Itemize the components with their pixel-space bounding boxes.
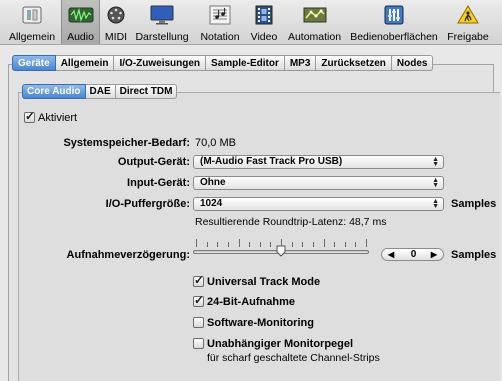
tab-core-audio[interactable]: Core Audio (22, 84, 86, 99)
tab-allgemein[interactable]: Allgemein (55, 55, 115, 71)
slider-tick (228, 242, 229, 247)
control-surface-icon (381, 4, 407, 26)
slider-tick (292, 242, 293, 247)
recording-delay-unit: Samples (451, 249, 497, 261)
toolbar-bedienoberflaechen[interactable]: Bedienoberflächen (348, 0, 440, 44)
toolbar-notation[interactable]: Notation (198, 0, 242, 44)
automation-icon (302, 4, 328, 26)
switch-icon (19, 4, 45, 26)
tab-direct-tdm[interactable]: Direct TDM (115, 84, 178, 99)
slider-tick (366, 239, 367, 247)
slider-tick (207, 242, 208, 247)
input-device-label: Input-Gerät: (127, 177, 190, 189)
increment-arrow-icon[interactable]: ▶ (431, 249, 437, 260)
universal-track-mode-checkbox[interactable] (193, 273, 204, 287)
recording-delay-label: Aufnahmeverzögerung: (66, 249, 190, 261)
monitor-icon (149, 4, 175, 26)
slider-tick (355, 242, 356, 247)
toolbar-allgemein[interactable]: Allgemein (6, 0, 58, 44)
slider-tick (239, 239, 240, 247)
output-device-value: (M-Audio Fast Track Pro USB) (200, 156, 343, 167)
independent-monitor-level-sublabel: für scharf geschaltete Channel-Strips (207, 352, 380, 364)
output-device-label: Output-Gerät: (117, 156, 190, 168)
memory-value: 70,0 MB (195, 137, 236, 149)
24-bit-recording-label: 24-Bit-Aufnahme (207, 296, 296, 308)
input-device-value: Ohne (200, 177, 226, 188)
preferences-toolbar: Allgemein Audio MIDI Darstellung Notatio… (0, 0, 502, 45)
independent-monitor-level-checkbox[interactable] (193, 338, 204, 349)
driver-tab-bar: Core Audio DAE Direct TDM (22, 84, 178, 99)
slider-tick (249, 242, 250, 247)
popup-arrows-icon: ▲ ▼ (432, 156, 439, 168)
output-device-select[interactable]: (M-Audio Fast Track Pro USB) ▲ ▼ (193, 155, 444, 169)
slider-tick (302, 242, 303, 247)
toolbar-darstellung[interactable]: Darstellung (133, 0, 191, 44)
tab-zuruecksetzen[interactable]: Zurücksetzen (316, 55, 392, 71)
latency-text: Resultierende Roundtrip-Latenz: 48,7 ms (195, 216, 387, 228)
recording-delay-slider[interactable] (193, 238, 373, 264)
toolbar-audio[interactable]: Audio (61, 0, 100, 44)
enabled-checkbox[interactable] (24, 109, 35, 123)
buffer-size-value: 1024 (200, 198, 223, 209)
main-tab-bar: Geräte Allgemein I/O-Zuweisungen Sample-… (12, 55, 434, 71)
memory-label: Systemspeicher-Bedarf: (63, 137, 190, 149)
independent-monitor-level-label: Unabhängiger Monitorpegel (207, 338, 354, 350)
tab-mp3[interactable]: MP3 (284, 55, 317, 71)
audio-waveform-icon (68, 4, 94, 26)
tab-nodes[interactable]: Nodes (391, 55, 434, 71)
buffer-size-select[interactable]: 1024 ▲ ▼ (193, 197, 444, 211)
slider-tick (217, 242, 218, 247)
slider-tick (334, 242, 335, 247)
midi-connector-icon (103, 4, 129, 26)
tab-sample-editor[interactable]: Sample-Editor (206, 55, 285, 71)
buffer-size-label: I/O-Puffergröße: (105, 198, 190, 210)
sharing-icon (455, 4, 481, 26)
filmstrip-icon (251, 4, 277, 26)
buffer-unit: Samples (451, 198, 497, 210)
software-monitoring-label: Software-Monitoring (207, 317, 314, 329)
software-monitoring-checkbox[interactable] (193, 317, 204, 328)
slider-tick (270, 242, 271, 247)
slider-tick (260, 242, 261, 247)
tab-dae[interactable]: DAE (85, 84, 116, 99)
toolbar-video[interactable]: Video (248, 0, 280, 44)
popup-arrows-icon: ▲ ▼ (432, 177, 439, 189)
slider-tick (345, 242, 346, 247)
toolbar-freigabe[interactable]: Freigabe (445, 0, 491, 44)
slider-tick (196, 239, 197, 247)
24-bit-recording-checkbox[interactable] (193, 293, 204, 307)
input-device-select[interactable]: Ohne ▲ ▼ (193, 176, 444, 190)
enabled-label: Aktiviert (38, 112, 78, 124)
toolbar-automation[interactable]: Automation (285, 0, 344, 44)
universal-track-mode-label: Universal Track Mode (207, 276, 321, 288)
slider-knob[interactable] (276, 245, 286, 257)
tab-geraete[interactable]: Geräte (12, 55, 56, 71)
slider-tick (313, 242, 314, 247)
popup-arrows-icon: ▲ ▼ (432, 198, 439, 210)
slider-tick (324, 239, 325, 247)
tab-io-zuweisungen[interactable]: I/O-Zuweisungen (114, 55, 207, 71)
notation-icon (207, 4, 233, 26)
recording-delay-stepper[interactable]: ◀ 0 ▶ (381, 248, 444, 261)
toolbar-midi[interactable]: MIDI (102, 0, 130, 44)
